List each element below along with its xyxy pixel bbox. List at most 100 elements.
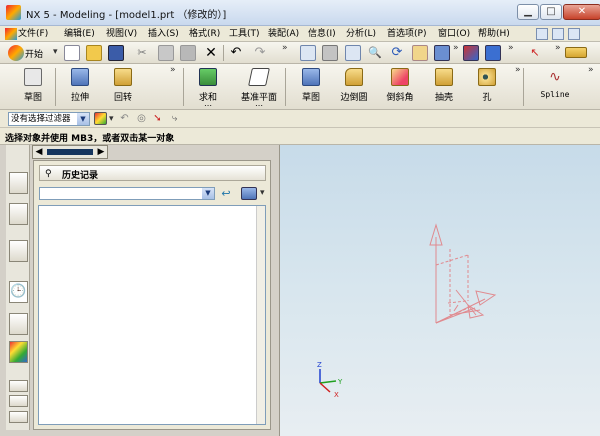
history-filter-select[interactable]: ▼ bbox=[39, 187, 215, 200]
history-list[interactable] bbox=[38, 205, 266, 425]
axis-z-label: Z bbox=[317, 361, 322, 369]
select-undo-icon[interactable]: ↶ bbox=[118, 112, 131, 125]
cut-icon[interactable]: ✂ bbox=[134, 45, 150, 61]
layer-icon[interactable] bbox=[485, 45, 501, 61]
pin-icon[interactable]: ⚲ bbox=[45, 169, 55, 179]
select-arrow-icon[interactable]: ↖ bbox=[527, 45, 543, 61]
datum-plane-icon bbox=[248, 68, 270, 86]
datum-plane-button[interactable]: 基准平面 ⋯ bbox=[237, 68, 281, 110]
scroll-down-icon[interactable] bbox=[9, 411, 28, 423]
reuse-library-icon[interactable] bbox=[9, 313, 28, 335]
save-icon[interactable] bbox=[108, 45, 124, 61]
unite-button[interactable]: 求和 ⋯ bbox=[193, 68, 223, 110]
menu-tools[interactable]: 工具(T) bbox=[229, 27, 260, 41]
open-icon[interactable] bbox=[86, 45, 102, 61]
undo-icon[interactable]: ↶ bbox=[228, 45, 244, 61]
chevron-down-icon[interactable]: ▼ bbox=[77, 113, 89, 125]
scroll-left-icon[interactable]: ◀ bbox=[33, 146, 45, 158]
menu-file[interactable]: 文件(F) bbox=[18, 27, 48, 41]
menu-format[interactable]: 格式(R) bbox=[189, 27, 220, 41]
constraint-navigator-icon[interactable] bbox=[9, 203, 28, 225]
magnify-icon[interactable]: 🔍 bbox=[367, 45, 383, 61]
menu-window[interactable]: 窗口(O) bbox=[438, 27, 470, 41]
menu-insert[interactable]: 插入(S) bbox=[148, 27, 179, 41]
menu-analysis[interactable]: 分析(L) bbox=[346, 27, 376, 41]
render-icon[interactable] bbox=[434, 45, 450, 61]
history-view-dropdown-icon[interactable]: ▾ bbox=[260, 188, 265, 198]
start-icon bbox=[8, 45, 24, 61]
extrude-label: 拉伸 bbox=[70, 93, 89, 103]
scroll-mid-icon[interactable] bbox=[9, 395, 28, 407]
separator bbox=[55, 68, 56, 106]
extrude-button[interactable]: 拉伸 bbox=[65, 68, 95, 108]
viewport-canvas: Z Y X bbox=[317, 223, 497, 399]
rotate-icon[interactable]: ⟳ bbox=[389, 45, 405, 61]
menu-info[interactable]: 信息(I) bbox=[308, 27, 336, 41]
shell-button[interactable]: 抽壳 bbox=[429, 68, 459, 108]
menu-assembly[interactable]: 装配(A) bbox=[268, 27, 299, 41]
revolve-icon bbox=[114, 68, 132, 86]
delete-icon[interactable]: ✕ bbox=[203, 45, 219, 61]
start-button[interactable]: 开始 bbox=[25, 47, 43, 60]
selection-filter-select[interactable]: 没有选择过滤器 ▼ bbox=[8, 112, 90, 126]
measure-icon[interactable] bbox=[565, 47, 587, 58]
toolbar-overflow-icon[interactable]: » bbox=[588, 65, 594, 75]
edge-blend-button[interactable]: 边倒圆 bbox=[337, 68, 371, 108]
redo-icon[interactable]: ↷ bbox=[252, 45, 268, 61]
type-filter-dropdown-icon[interactable]: ▾ bbox=[109, 114, 114, 124]
menu-view[interactable]: 视图(V) bbox=[106, 27, 137, 41]
history-scrollbar[interactable] bbox=[256, 206, 265, 424]
toolbar-overflow-icon[interactable]: » bbox=[453, 43, 459, 53]
start-dropdown-icon[interactable]: ▾ bbox=[53, 47, 58, 57]
maximize-button[interactable]: □ bbox=[540, 4, 562, 20]
toolbar-overflow-icon[interactable]: » bbox=[170, 65, 176, 75]
toolbar-overflow-icon[interactable]: » bbox=[555, 43, 561, 53]
new-icon[interactable] bbox=[64, 45, 80, 61]
close-button[interactable]: ✕ bbox=[563, 4, 600, 20]
scroll-right-icon[interactable]: ▶ bbox=[95, 146, 107, 158]
view-cube-icon[interactable] bbox=[463, 45, 479, 61]
app-menu-icon[interactable] bbox=[5, 28, 17, 40]
pan-icon[interactable] bbox=[412, 45, 428, 61]
sketch-icon bbox=[24, 68, 42, 86]
assembly-navigator-icon[interactable] bbox=[9, 172, 28, 194]
tab-scroller[interactable]: ◀ ▶ bbox=[32, 145, 108, 159]
toolbar-overflow-icon[interactable]: » bbox=[515, 65, 521, 75]
hole-button[interactable]: 孔 bbox=[472, 68, 502, 108]
chevron-down-icon[interactable]: ▼ bbox=[202, 188, 214, 199]
toolbar-overflow-icon[interactable]: » bbox=[282, 43, 288, 53]
select-pointer-icon[interactable]: ➘ bbox=[151, 112, 164, 125]
tab-scroll-thumb[interactable] bbox=[47, 149, 93, 155]
restore-doc-icon[interactable] bbox=[536, 28, 548, 40]
max-doc-icon[interactable] bbox=[552, 28, 564, 40]
minimize-button[interactable]: ▁ bbox=[517, 4, 539, 20]
copy-icon[interactable] bbox=[158, 45, 174, 61]
sketch2-button[interactable]: 草图 bbox=[296, 68, 326, 108]
history-view-icon[interactable] bbox=[241, 187, 257, 200]
toolbar-overflow-icon[interactable]: » bbox=[508, 43, 514, 53]
zoom-window-icon[interactable] bbox=[322, 45, 338, 61]
graphics-viewport[interactable]: Z Y X bbox=[279, 145, 600, 436]
revolve-button[interactable]: 回转 bbox=[108, 68, 138, 108]
sketch-button[interactable]: 草图 bbox=[18, 68, 48, 108]
menu-help[interactable]: 帮助(H) bbox=[478, 27, 510, 41]
select-chain-icon[interactable]: ⤷ bbox=[168, 112, 181, 125]
history-clock-icon[interactable]: 🕒 bbox=[9, 281, 28, 303]
zoom-icon[interactable] bbox=[345, 45, 361, 61]
scroll-up-icon[interactable] bbox=[9, 380, 28, 392]
menu-preferences[interactable]: 首选项(P) bbox=[387, 27, 426, 41]
resource-bar: 🕒 bbox=[6, 145, 30, 430]
menu-edit[interactable]: 编辑(E) bbox=[64, 27, 95, 41]
part-navigator-icon[interactable] bbox=[9, 240, 28, 262]
spline-icon: ∿ bbox=[549, 69, 561, 85]
history-panel-header: ⚲ 历史记录 bbox=[39, 165, 266, 181]
close-doc-icon[interactable] bbox=[568, 28, 580, 40]
chamfer-button[interactable]: 倒斜角 bbox=[383, 68, 417, 108]
palette-icon[interactable] bbox=[9, 341, 28, 363]
history-back-icon[interactable]: ↩ bbox=[219, 187, 233, 200]
fit-icon[interactable] bbox=[300, 45, 316, 61]
spline-button[interactable]: ∿ Spline bbox=[537, 68, 573, 108]
type-filter-icon[interactable] bbox=[94, 112, 107, 125]
select-all-icon[interactable]: ◎ bbox=[135, 112, 148, 125]
paste-icon[interactable] bbox=[180, 45, 196, 61]
